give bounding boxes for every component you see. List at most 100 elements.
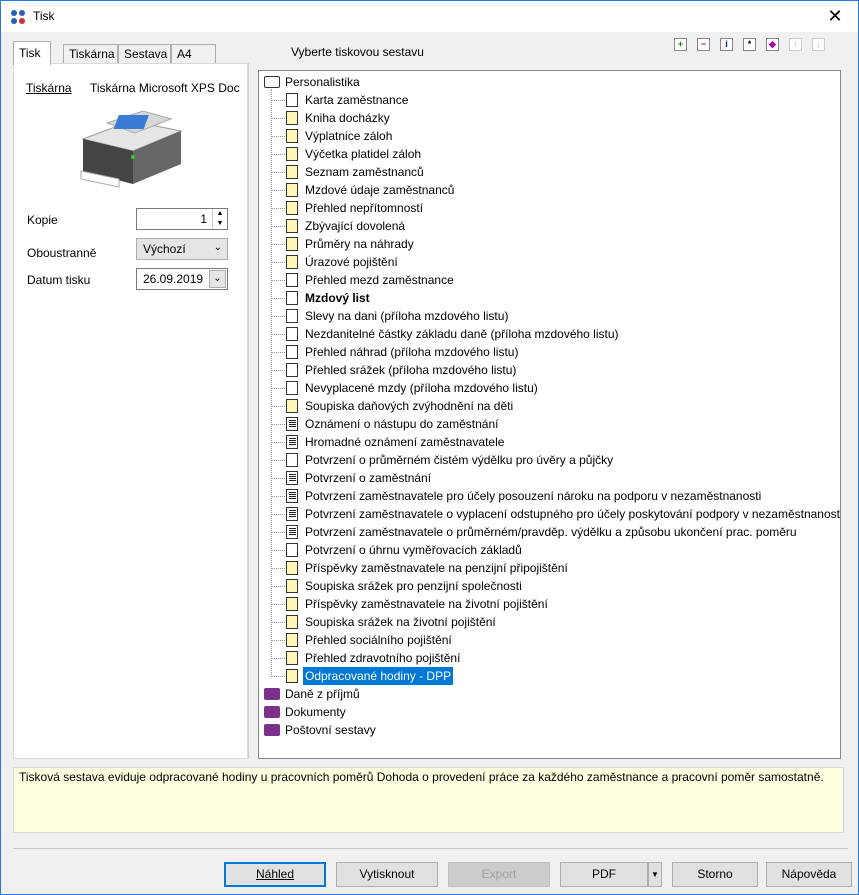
form-document-icon [286,525,298,539]
tab-sestava[interactable]: Sestava [118,44,171,64]
tree-item-label: Přehled sociálního pojištění [305,633,452,647]
tree-branch-line [271,118,285,119]
tree-branch-line [271,586,285,587]
footer-separator [13,848,848,849]
tree-branch-line [271,100,285,101]
tab-tisk[interactable]: Tisk [13,41,51,65]
help-button[interactable]: Nápověda [766,862,852,887]
tree-branch-line [271,550,285,551]
tree-branch-line [271,622,285,623]
tree-branch-line [271,604,285,605]
copies-stepper[interactable]: 1 ▲ ▼ [136,208,228,230]
tree-item-label: Přehled mezd zaměstnance [305,273,454,287]
document-icon [286,111,298,125]
calendar-dropdown-icon[interactable]: ⌄ [209,270,226,288]
app-icon [11,10,25,24]
tree-item-label: Potvrzení zaměstnavatele o vyplacení ods… [305,507,841,521]
tree-branch-line [271,676,285,677]
document-icon [286,273,298,287]
tree-item-label: Přehled zdravotního pojištění [305,651,461,665]
tree-branch-line [271,640,285,641]
document-icon [286,309,298,323]
tree-branch-line [271,370,285,371]
tree-branch-line [271,262,285,263]
favorite-icon[interactable]: ◆ [766,38,779,51]
tree-item-label: Soupiska srážek pro penzijní společnosti [305,579,522,593]
document-icon [286,381,298,395]
tree-item-label: Nezdanitelné částky základu daně (příloh… [305,327,619,341]
tree-item-label: Potvrzení zaměstnavatele o průměrném/pra… [305,525,797,539]
copies-value: 1 [200,212,207,226]
info-icon[interactable]: i [720,38,733,51]
copies-label: Kopie [27,213,58,227]
duplex-value: Výchozí [143,242,186,256]
tab-a4[interactable]: A4 [171,44,216,64]
form-document-icon [286,489,298,503]
tree-branch-line [271,280,285,281]
tree-branch-line [271,406,285,407]
tree-item-label: Příspěvky zaměstnavatele na penzijní při… [305,561,568,575]
print-button[interactable]: Vytisknout [336,862,438,887]
tree-item-label: Nevyplacené mzdy (příloha mzdového listu… [305,381,538,395]
date-field[interactable]: 26.09.2019 ⌄ [136,268,228,290]
document-icon [286,453,298,467]
tree-branch-line [271,460,285,461]
duplex-select[interactable]: Výchozí ⌄ [136,238,228,260]
export-button: Export [448,862,550,887]
report-tree[interactable]: Personalistika Karta zaměstnance Kniha do… [258,70,841,759]
document-icon [286,237,298,251]
collapse-icon[interactable]: − [697,38,710,51]
document-icon [286,543,298,557]
document-icon [286,201,298,215]
title-bar: Tisk ✕ [1,1,858,32]
tree-item-label: Soupiska daňových zvýhodnění na děti [305,399,514,413]
tree-item-label: Soupiska srážek na životní pojištění [305,615,496,629]
tab-tiskarna[interactable]: Tiskárna [63,44,118,64]
pdf-dropdown-icon[interactable]: ▼ [648,862,662,887]
tree-branch-line [271,316,285,317]
form-document-icon [286,435,298,449]
tree-branch-line [271,334,285,335]
document-icon [286,165,298,179]
tree-item-label: Odpracované hodiny - DPP [303,667,454,685]
cancel-button[interactable]: Storno [672,862,758,887]
window-title: Tisk [33,9,55,23]
document-icon [286,669,298,683]
splitter[interactable] [248,63,258,759]
tree-group-label: Poštovní sestavy [285,723,376,737]
expand-icon[interactable]: + [674,38,687,51]
book-icon [264,688,280,700]
form-document-icon [286,417,298,431]
printer-link[interactable]: Tiskárna [26,81,72,95]
document-icon [286,561,298,575]
tree-item-label: Přehled nepřítomností [305,201,424,215]
tree-branch-line [271,532,285,533]
preview-button[interactable]: Náhled [224,862,326,887]
tree-item-label: Příspěvky zaměstnavatele na životní poji… [305,597,548,611]
spin-arrows-icon[interactable]: ▲ ▼ [212,209,227,229]
document-icon [286,147,298,161]
document-icon [286,255,298,269]
tree-title: Vyberte tiskovou sestavu [291,45,424,59]
date-label: Datum tisku [27,273,91,287]
form-document-icon [286,507,298,521]
tree-guide-line [271,89,272,675]
tree-item-label: Slevy na dani (příloha mzdového listu) [305,309,509,323]
move-up-icon: ↑ [789,38,802,51]
document-icon [286,129,298,143]
tree-item-label: Potvrzení zaměstnavatele pro účely posou… [305,489,762,503]
open-book-icon [264,76,280,88]
tree-item-label: Potvrzení o úhrnu vyměřovacích základů [305,543,522,557]
close-icon[interactable]: ✕ [812,1,858,32]
tree-branch-line [271,424,285,425]
document-icon [286,633,298,647]
star-icon[interactable]: * [743,38,756,51]
tree-item-label: Kniha docházky [305,111,390,125]
tree-branch-line [271,226,285,227]
tree-branch-line [271,442,285,443]
tree-item-label: Potvrzení o zaměstnání [305,471,432,485]
tree-branch-line [271,208,285,209]
tree-branch-line [271,136,285,137]
tree-branch-line [271,388,285,389]
pdf-button[interactable]: PDF [560,862,648,887]
